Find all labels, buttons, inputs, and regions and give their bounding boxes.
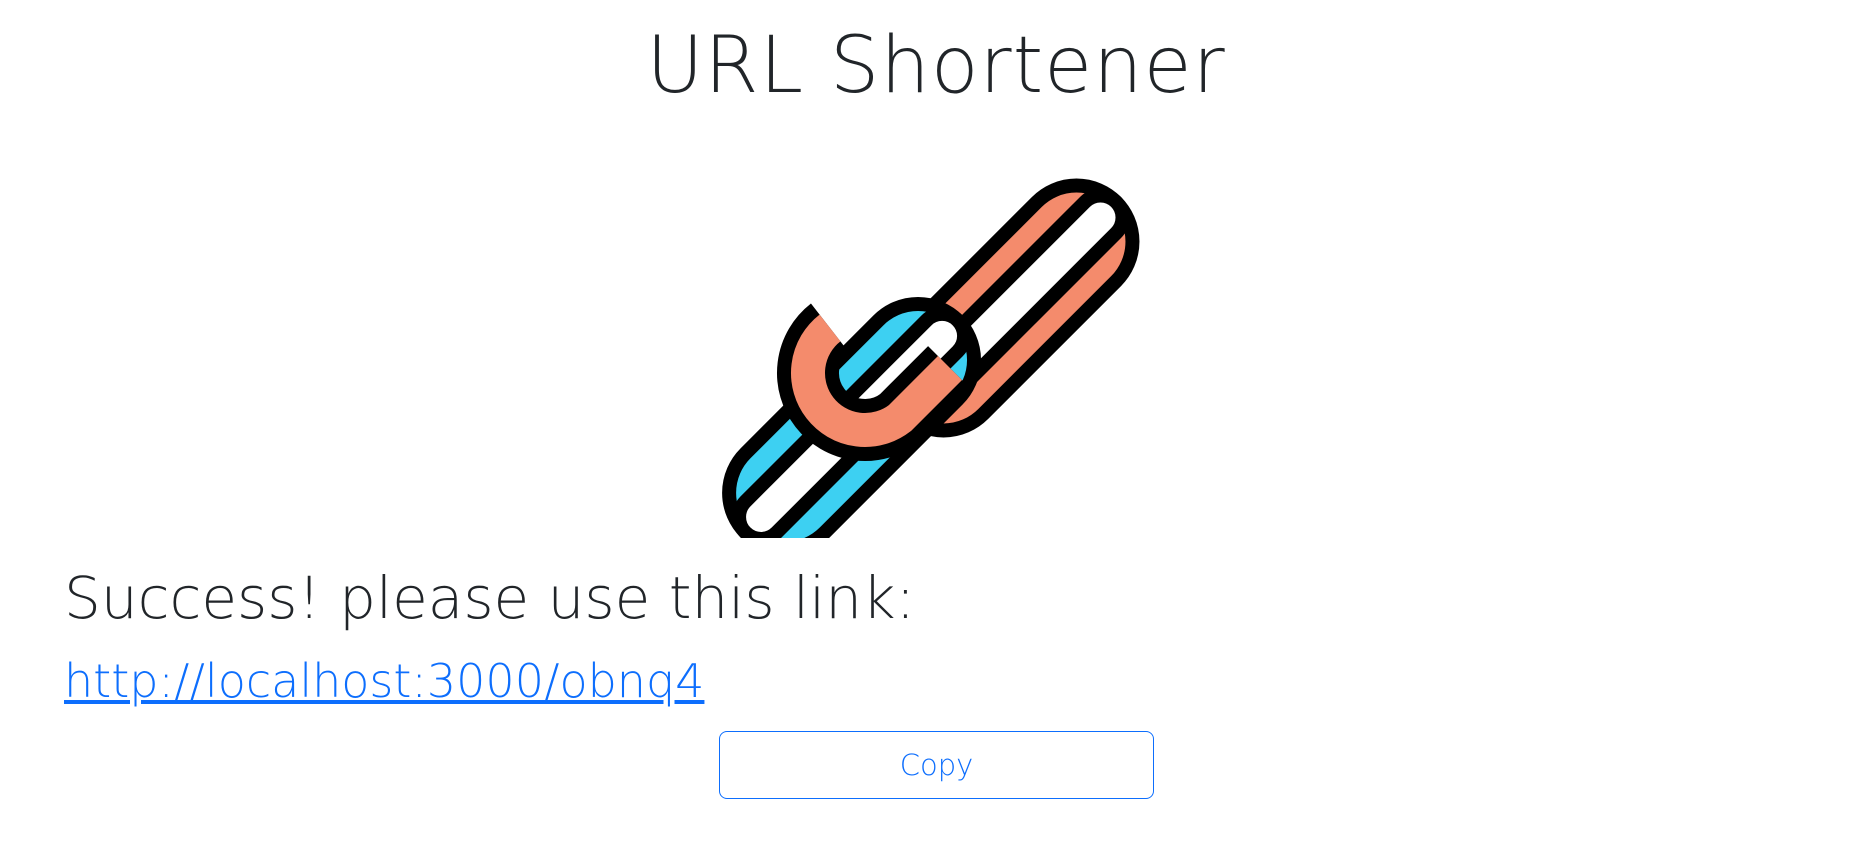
page-title: URL Shortener <box>646 21 1226 111</box>
copy-button[interactable]: Copy <box>719 731 1154 799</box>
chain-link-icon <box>722 178 1140 538</box>
short-url-link[interactable]: http://localhost:3000/obnq4 <box>64 652 704 710</box>
page: URL Shortener Success! please use this l… <box>0 0 1872 864</box>
success-message: Success! please use this link: <box>64 564 916 632</box>
